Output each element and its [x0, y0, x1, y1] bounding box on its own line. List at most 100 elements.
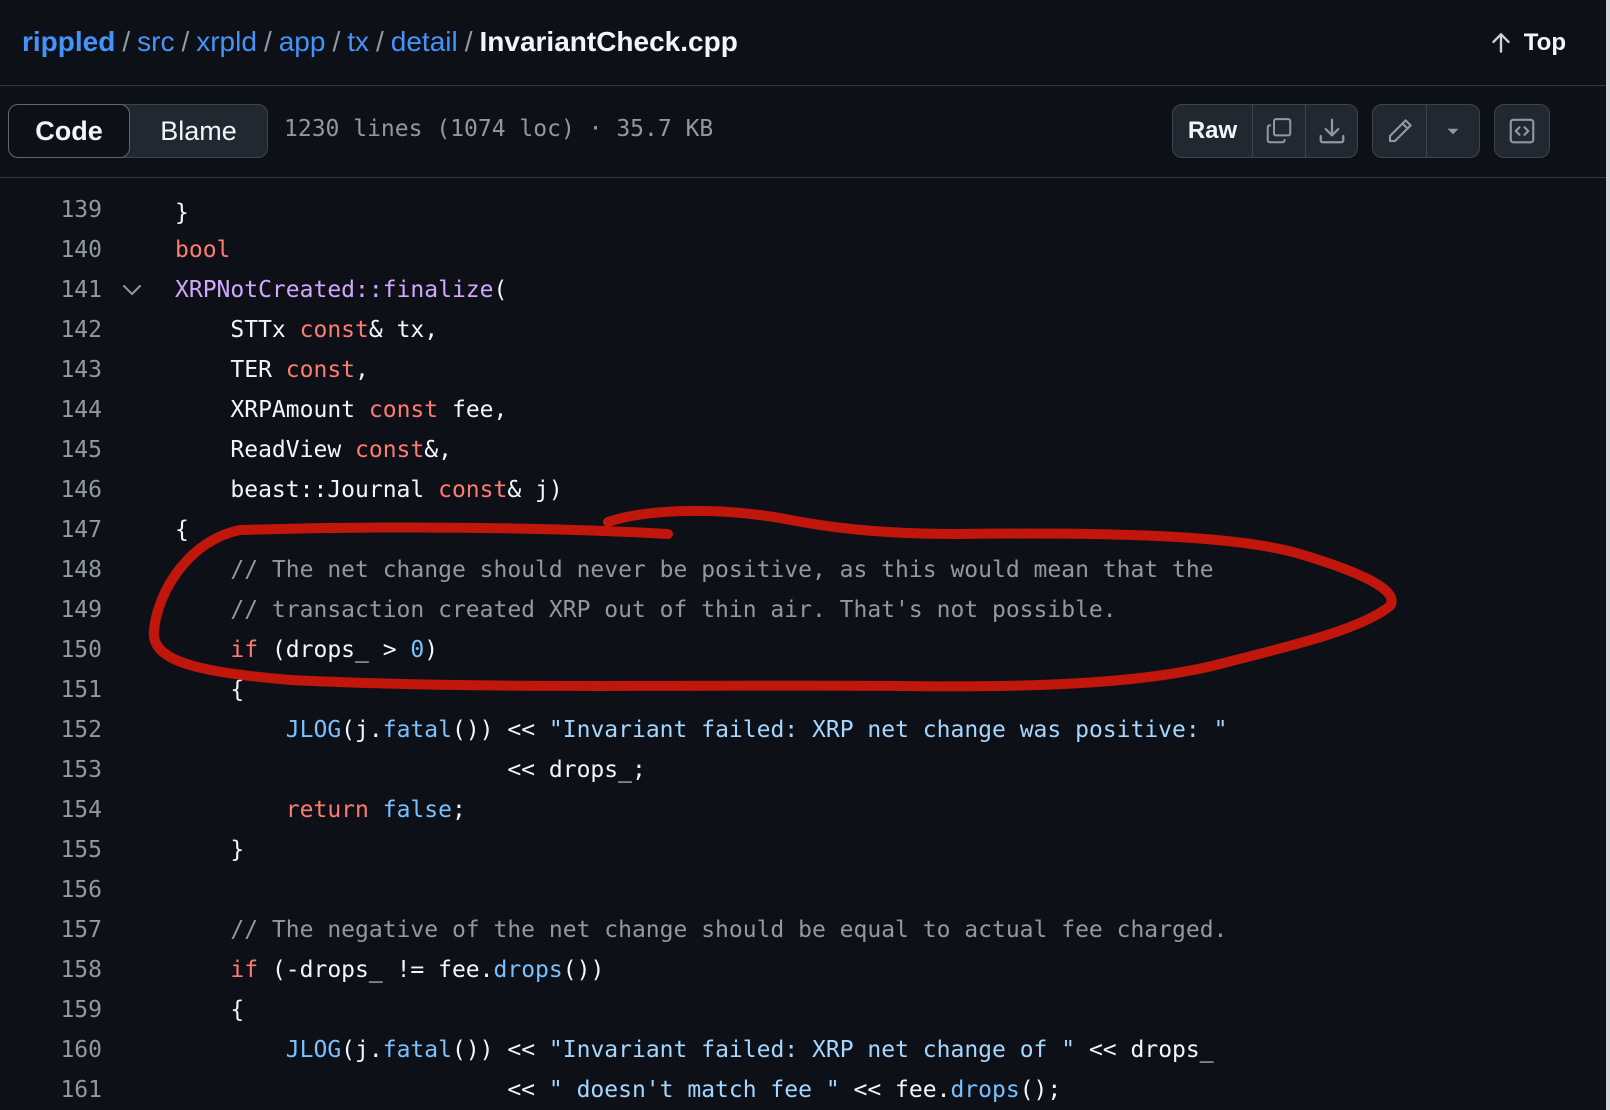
line-number[interactable]: 160	[0, 1030, 102, 1070]
line-number[interactable]: 148	[0, 550, 102, 590]
code-line: 152 JLOG(j.fatal()) << "Invariant failed…	[0, 710, 1606, 750]
code-line-text: XRPNotCreated::finalize(	[175, 270, 507, 310]
code-token: bool	[175, 237, 231, 263]
line-number[interactable]: 159	[0, 990, 102, 1030]
code-token: ()) <<	[451, 1037, 549, 1063]
code-line: 159 {	[0, 990, 1606, 1030]
code-token: false	[382, 797, 452, 823]
line-number[interactable]: 143	[0, 350, 102, 390]
line-number[interactable]: 157	[0, 910, 102, 950]
file-actions-group: Raw	[1172, 104, 1358, 158]
breadcrumb-repo-link[interactable]: rippled	[22, 26, 115, 57]
code-token: const	[285, 357, 356, 383]
code-line: 150 if (drops_ > 0)	[0, 630, 1606, 670]
code-token: const	[438, 477, 508, 503]
code-token: JLOG	[285, 1037, 342, 1063]
code-token: drops	[950, 1077, 1020, 1103]
code-token: "Invariant failed: XRP net change was po…	[548, 717, 1228, 743]
code-symbols-icon	[1509, 118, 1535, 144]
edit-file-button[interactable]	[1373, 105, 1427, 157]
file-header-bar: rippled / src / xrpld / app / tx / detail / Invarian…	[0, 0, 1606, 86]
code-line-text: {	[175, 510, 189, 550]
code-line-text: if (-drops_ != fee.drops())	[175, 950, 604, 990]
code-token: ReadView	[175, 437, 356, 463]
code-line: 139	[0, 190, 1606, 230]
download-raw-button[interactable]	[1306, 105, 1357, 157]
code-token: {	[175, 677, 245, 703]
line-number[interactable]: 154	[0, 790, 102, 830]
line-number[interactable]: 139	[0, 190, 102, 230]
line-number[interactable]: 149	[0, 590, 102, 630]
code-line-text: // transaction created XRP out of thin a…	[175, 590, 1117, 630]
code-line-text: }	[175, 830, 244, 870]
line-number[interactable]: 145	[0, 430, 102, 470]
code-token: // The net change should never be positi…	[175, 557, 1214, 583]
breadcrumb-separator: /	[181, 26, 190, 57]
code-token: <<	[175, 1077, 549, 1103]
code-token: STTx	[175, 317, 300, 343]
code-token: fee,	[438, 397, 508, 423]
code-line-text: JLOG(j.fatal()) << "Invariant failed: XR…	[175, 710, 1228, 750]
code-token: // transaction created XRP out of thin a…	[175, 597, 1117, 623]
chevron-down-icon[interactable]	[121, 280, 143, 300]
line-number[interactable]: 151	[0, 670, 102, 710]
line-number[interactable]: 147	[0, 510, 102, 550]
code-line: 144 XRPAmount const fee,	[0, 390, 1606, 430]
code-tab[interactable]: Code	[8, 104, 130, 158]
code-token: XRPAmount	[175, 397, 369, 423]
line-number[interactable]: 150	[0, 630, 102, 670]
code-line: 161 << " doesn't match fee " << fee.drop…	[0, 1070, 1606, 1110]
code-line: 160 JLOG(j.fatal()) << "Invariant failed…	[0, 1030, 1606, 1070]
code-line: 157 // The negative of the net change sh…	[0, 910, 1606, 950]
window-edge	[1606, 0, 1610, 1110]
symbols-panel-button[interactable]	[1495, 105, 1549, 157]
code-line: 147 {	[0, 510, 1606, 550]
code-line: 140 bool	[0, 230, 1606, 270]
line-number[interactable]: 146	[0, 470, 102, 510]
breadcrumb-tx-link[interactable]: tx	[347, 26, 369, 57]
blame-tab[interactable]: Blame	[130, 104, 267, 158]
line-number[interactable]: 144	[0, 390, 102, 430]
line-number[interactable]: 141	[0, 270, 102, 310]
breadcrumb-separator: /	[332, 26, 341, 57]
code-token: }	[175, 837, 245, 863]
line-number[interactable]: 156	[0, 870, 102, 910]
code-token: {	[175, 997, 245, 1023]
code-token: )	[424, 637, 439, 663]
more-edit-options-button[interactable]	[1427, 105, 1479, 157]
code-line-text: beast::Journal const& j)	[175, 470, 563, 510]
code-line-text: {	[175, 670, 244, 710]
code-token: ();	[1019, 1077, 1062, 1103]
line-number[interactable]: 142	[0, 310, 102, 350]
line-number[interactable]: 153	[0, 750, 102, 790]
code-token: (j.	[341, 717, 383, 743]
breadcrumb-xrpld-link[interactable]: xrpld	[196, 26, 257, 57]
arrow-up-icon	[1492, 33, 1510, 53]
breadcrumb-src-link[interactable]: src	[137, 26, 174, 57]
line-number[interactable]: 161	[0, 1070, 102, 1110]
code-token: &,	[424, 437, 452, 463]
raw-button[interactable]: Raw	[1173, 105, 1253, 157]
code-token: << drops_;	[175, 757, 646, 783]
code-line-text: STTx const& tx,	[175, 310, 438, 350]
code-token: & j)	[507, 477, 563, 503]
code-token: ;	[451, 797, 466, 823]
code-token: (	[493, 277, 508, 303]
code-line: 141 XRPNotCreated::finalize(	[0, 270, 1606, 310]
breadcrumb-app-link[interactable]: app	[279, 26, 326, 57]
code-line-text: bool	[175, 230, 230, 270]
code-line: 156	[0, 870, 1606, 910]
line-number[interactable]: 155	[0, 830, 102, 870]
back-to-top-link[interactable]: Top	[1488, 26, 1566, 60]
code-token: ()) <<	[451, 717, 549, 743]
breadcrumb-detail-link[interactable]: detail	[391, 26, 458, 57]
line-number[interactable]: 158	[0, 950, 102, 990]
code-token: beast::Journal	[175, 477, 439, 503]
line-number[interactable]: 152	[0, 710, 102, 750]
copy-raw-button[interactable]	[1253, 105, 1306, 157]
line-number[interactable]: 140	[0, 230, 102, 270]
code-line: 154 return false;	[0, 790, 1606, 830]
code-token: const	[299, 317, 369, 343]
